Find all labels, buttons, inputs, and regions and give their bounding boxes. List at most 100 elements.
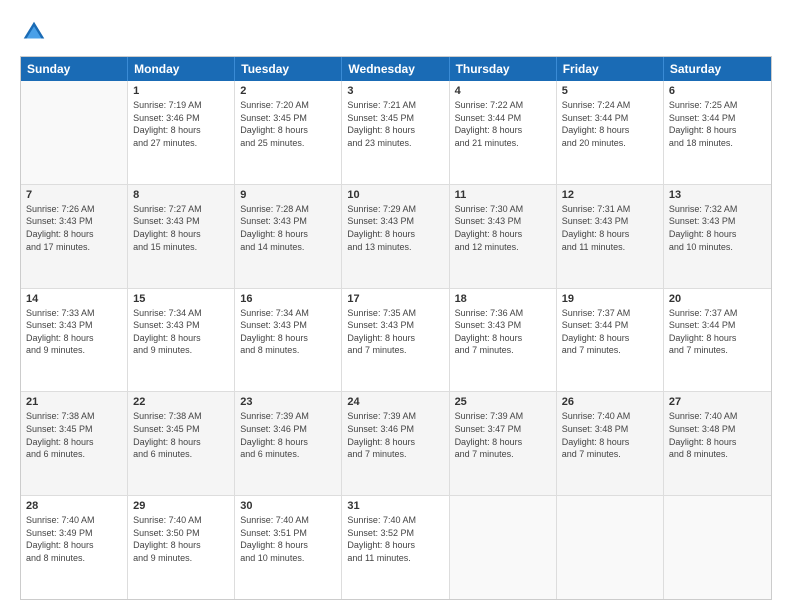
header-cell-tuesday: Tuesday [235, 57, 342, 81]
cell-info: Sunrise: 7:29 AM Sunset: 3:43 PM Dayligh… [347, 203, 443, 253]
cell-info: Sunrise: 7:33 AM Sunset: 3:43 PM Dayligh… [26, 307, 122, 357]
header [20, 18, 772, 46]
cell-info: Sunrise: 7:40 AM Sunset: 3:51 PM Dayligh… [240, 514, 336, 564]
calendar-cell: 14 Sunrise: 7:33 AM Sunset: 3:43 PM Dayli… [21, 289, 128, 392]
cell-day-number: 14 [26, 293, 122, 305]
cell-info: Sunrise: 7:26 AM Sunset: 3:43 PM Dayligh… [26, 203, 122, 253]
calendar-cell: 7 Sunrise: 7:26 AM Sunset: 3:43 PM Daylig… [21, 185, 128, 288]
cell-day-number: 27 [669, 396, 766, 408]
calendar-row: 14 Sunrise: 7:33 AM Sunset: 3:43 PM Dayli… [21, 289, 771, 393]
calendar-cell: 29 Sunrise: 7:40 AM Sunset: 3:50 PM Dayli… [128, 496, 235, 599]
header-cell-wednesday: Wednesday [342, 57, 449, 81]
cell-day-number: 25 [455, 396, 551, 408]
cell-day-number: 15 [133, 293, 229, 305]
cell-day-number: 12 [562, 189, 658, 201]
calendar-cell: 17Sunrise: 7:35 AM Sunset: 3:43 PM Dayli… [342, 289, 449, 392]
calendar-cell: 2Sunrise: 7:20 AM Sunset: 3:45 PM Daylig… [235, 81, 342, 184]
cell-info: Sunrise: 7:37 AM Sunset: 3:44 PM Dayligh… [669, 307, 766, 357]
cell-info: Sunrise: 7:40 AM Sunset: 3:52 PM Dayligh… [347, 514, 443, 564]
cell-day-number: 2 [240, 85, 336, 97]
calendar-cell: 27 Sunrise: 7:40 AM Sunset: 3:48 PM Dayli… [664, 392, 771, 495]
calendar-cell: 9 Sunrise: 7:28 AM Sunset: 3:43 PM Daylig… [235, 185, 342, 288]
cell-day-number: 9 [240, 189, 336, 201]
calendar-cell: 26Sunrise: 7:40 AM Sunset: 3:48 PM Dayli… [557, 392, 664, 495]
calendar-cell: 11 Sunrise: 7:30 AM Sunset: 3:43 PM Dayli… [450, 185, 557, 288]
calendar-row: 21 Sunrise: 7:38 AM Sunset: 3:45 PM Dayli… [21, 392, 771, 496]
cell-info: Sunrise: 7:38 AM Sunset: 3:45 PM Dayligh… [26, 410, 122, 460]
cell-info: Sunrise: 7:40 AM Sunset: 3:48 PM Dayligh… [669, 410, 766, 460]
cell-info: Sunrise: 7:34 AM Sunset: 3:43 PM Dayligh… [240, 307, 336, 357]
calendar-cell: 8Sunrise: 7:27 AM Sunset: 3:43 PM Daylig… [128, 185, 235, 288]
cell-info: Sunrise: 7:35 AM Sunset: 3:43 PM Dayligh… [347, 307, 443, 357]
calendar-cell: 20 Sunrise: 7:37 AM Sunset: 3:44 PM Dayli… [664, 289, 771, 392]
calendar-body: 1Sunrise: 7:19 AM Sunset: 3:46 PM Daylig… [21, 81, 771, 599]
cell-info: Sunrise: 7:39 AM Sunset: 3:46 PM Dayligh… [240, 410, 336, 460]
calendar-row: 28Sunrise: 7:40 AM Sunset: 3:49 PM Dayli… [21, 496, 771, 599]
cell-info: Sunrise: 7:39 AM Sunset: 3:46 PM Dayligh… [347, 410, 443, 460]
calendar-cell: 21 Sunrise: 7:38 AM Sunset: 3:45 PM Dayli… [21, 392, 128, 495]
cell-day-number: 29 [133, 500, 229, 512]
cell-day-number: 8 [133, 189, 229, 201]
cell-info: Sunrise: 7:37 AM Sunset: 3:44 PM Dayligh… [562, 307, 658, 357]
calendar-cell: 3Sunrise: 7:21 AM Sunset: 3:45 PM Daylig… [342, 81, 449, 184]
calendar-cell: 5 Sunrise: 7:24 AM Sunset: 3:44 PM Daylig… [557, 81, 664, 184]
calendar-cell: 24 Sunrise: 7:39 AM Sunset: 3:46 PM Dayli… [342, 392, 449, 495]
calendar-cell: 12 Sunrise: 7:31 AM Sunset: 3:43 PM Dayli… [557, 185, 664, 288]
cell-day-number: 30 [240, 500, 336, 512]
cell-day-number: 21 [26, 396, 122, 408]
cell-info: Sunrise: 7:39 AM Sunset: 3:47 PM Dayligh… [455, 410, 551, 460]
calendar-cell: 1Sunrise: 7:19 AM Sunset: 3:46 PM Daylig… [128, 81, 235, 184]
calendar-cell: 25 Sunrise: 7:39 AM Sunset: 3:47 PM Dayli… [450, 392, 557, 495]
cell-info: Sunrise: 7:24 AM Sunset: 3:44 PM Dayligh… [562, 99, 658, 149]
header-cell-monday: Monday [128, 57, 235, 81]
cell-day-number: 4 [455, 85, 551, 97]
calendar-header: SundayMondayTuesdayWednesdayThursdayFrid… [21, 57, 771, 81]
calendar-cell [21, 81, 128, 184]
cell-day-number: 23 [240, 396, 336, 408]
cell-info: Sunrise: 7:21 AM Sunset: 3:45 PM Dayligh… [347, 99, 443, 149]
calendar-cell: 28Sunrise: 7:40 AM Sunset: 3:49 PM Dayli… [21, 496, 128, 599]
cell-day-number: 20 [669, 293, 766, 305]
cell-info: Sunrise: 7:28 AM Sunset: 3:43 PM Dayligh… [240, 203, 336, 253]
calendar-cell: 23 Sunrise: 7:39 AM Sunset: 3:46 PM Dayli… [235, 392, 342, 495]
calendar-cell: 31 Sunrise: 7:40 AM Sunset: 3:52 PM Dayli… [342, 496, 449, 599]
cell-info: Sunrise: 7:40 AM Sunset: 3:50 PM Dayligh… [133, 514, 229, 564]
logo [20, 18, 52, 46]
calendar: SundayMondayTuesdayWednesdayThursdayFrid… [20, 56, 772, 600]
cell-day-number: 26 [562, 396, 658, 408]
header-cell-thursday: Thursday [450, 57, 557, 81]
calendar-cell: 22 Sunrise: 7:38 AM Sunset: 3:45 PM Dayli… [128, 392, 235, 495]
cell-day-number: 31 [347, 500, 443, 512]
cell-day-number: 18 [455, 293, 551, 305]
cell-info: Sunrise: 7:22 AM Sunset: 3:44 PM Dayligh… [455, 99, 551, 149]
cell-info: Sunrise: 7:25 AM Sunset: 3:44 PM Dayligh… [669, 99, 766, 149]
calendar-row: 7 Sunrise: 7:26 AM Sunset: 3:43 PM Daylig… [21, 185, 771, 289]
header-cell-sunday: Sunday [21, 57, 128, 81]
cell-day-number: 11 [455, 189, 551, 201]
page: SundayMondayTuesdayWednesdayThursdayFrid… [0, 0, 792, 612]
calendar-cell: 16Sunrise: 7:34 AM Sunset: 3:43 PM Dayli… [235, 289, 342, 392]
cell-day-number: 28 [26, 500, 122, 512]
cell-day-number: 24 [347, 396, 443, 408]
header-cell-saturday: Saturday [664, 57, 771, 81]
cell-info: Sunrise: 7:32 AM Sunset: 3:43 PM Dayligh… [669, 203, 766, 253]
calendar-cell [664, 496, 771, 599]
calendar-cell [450, 496, 557, 599]
cell-day-number: 13 [669, 189, 766, 201]
calendar-cell: 6 Sunrise: 7:25 AM Sunset: 3:44 PM Daylig… [664, 81, 771, 184]
calendar-row: 1Sunrise: 7:19 AM Sunset: 3:46 PM Daylig… [21, 81, 771, 185]
cell-info: Sunrise: 7:19 AM Sunset: 3:46 PM Dayligh… [133, 99, 229, 149]
cell-day-number: 19 [562, 293, 658, 305]
cell-day-number: 22 [133, 396, 229, 408]
cell-day-number: 6 [669, 85, 766, 97]
calendar-cell [557, 496, 664, 599]
calendar-cell: 13 Sunrise: 7:32 AM Sunset: 3:43 PM Dayli… [664, 185, 771, 288]
calendar-cell: 15Sunrise: 7:34 AM Sunset: 3:43 PM Dayli… [128, 289, 235, 392]
cell-info: Sunrise: 7:31 AM Sunset: 3:43 PM Dayligh… [562, 203, 658, 253]
calendar-cell: 19 Sunrise: 7:37 AM Sunset: 3:44 PM Dayli… [557, 289, 664, 392]
cell-info: Sunrise: 7:38 AM Sunset: 3:45 PM Dayligh… [133, 410, 229, 460]
cell-day-number: 5 [562, 85, 658, 97]
cell-day-number: 7 [26, 189, 122, 201]
cell-info: Sunrise: 7:30 AM Sunset: 3:43 PM Dayligh… [455, 203, 551, 253]
header-cell-friday: Friday [557, 57, 664, 81]
